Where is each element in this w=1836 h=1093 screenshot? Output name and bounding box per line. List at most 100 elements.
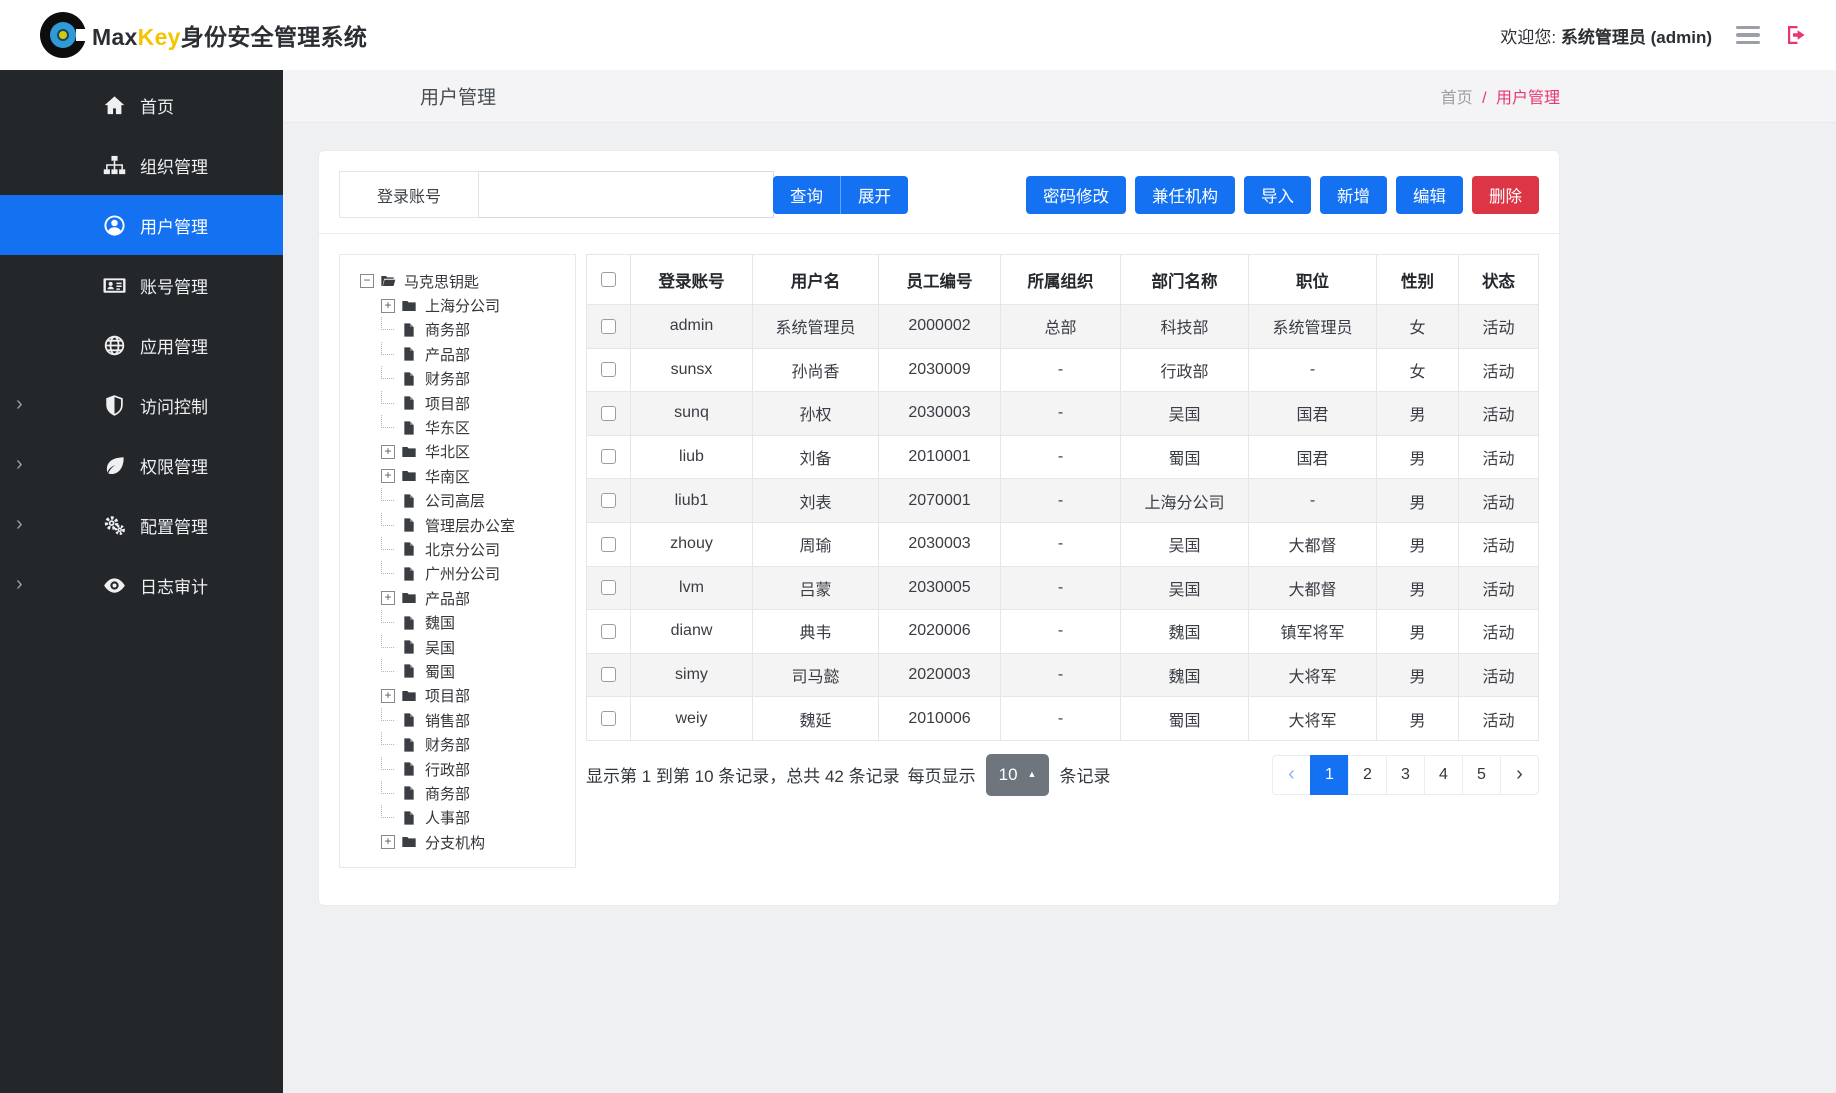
table-row[interactable]: admin系统管理员2000002总部科技部系统管理员女活动 xyxy=(587,305,1539,349)
sidebar-item-config-management[interactable]: › 配置管理 xyxy=(0,495,283,555)
tree-connector xyxy=(381,415,394,428)
row-checkbox[interactable] xyxy=(601,667,616,682)
tree-item[interactable]: +上海分公司 xyxy=(354,293,569,317)
sidebar-item-label: 配置管理 xyxy=(140,513,208,538)
row-checkbox[interactable] xyxy=(601,362,616,377)
tree-item[interactable]: 商务部 xyxy=(354,781,569,805)
tree-item[interactable]: 项目部 xyxy=(354,391,569,415)
user-table-area: 登录账号用户名员工编号所属组织部门名称职位性别状态 admin系统管理员2000… xyxy=(586,254,1539,868)
row-checkbox[interactable] xyxy=(601,449,616,464)
expand-button[interactable]: 展开 xyxy=(840,176,908,214)
page-prev[interactable]: ‹ xyxy=(1272,755,1311,795)
table-row[interactable]: simy司马懿2020003-魏国大将军男活动 xyxy=(587,653,1539,697)
menu-toggle-icon[interactable] xyxy=(1736,26,1760,45)
sidebar-item-org-management[interactable]: 组织管理 xyxy=(0,135,283,195)
expand-icon[interactable]: + xyxy=(381,689,395,703)
tree-item[interactable]: 公司高层 xyxy=(354,489,569,513)
query-button[interactable]: 查询 xyxy=(773,176,840,214)
cell-department: 上海分公司 xyxy=(1121,479,1249,523)
tree-connector xyxy=(381,513,394,526)
table-row[interactable]: sunsx孙尚香2030009-行政部-女活动 xyxy=(587,348,1539,392)
select-all-checkbox[interactable] xyxy=(601,272,616,287)
tree-item[interactable]: +华南区 xyxy=(354,464,569,488)
tree-item[interactable]: 人事部 xyxy=(354,806,569,830)
page-next[interactable]: › xyxy=(1500,755,1539,795)
sidebar-item-permission-management[interactable]: ›权限管理 xyxy=(0,435,283,495)
checkbox-cell xyxy=(587,522,631,566)
tree-item[interactable]: 财务部 xyxy=(354,732,569,756)
collapse-icon[interactable]: − xyxy=(360,274,374,288)
file-icon xyxy=(401,420,418,436)
expand-icon[interactable]: + xyxy=(381,299,395,313)
table-row[interactable]: weiy魏延2010006-蜀国大将军男活动 xyxy=(587,697,1539,741)
tree-item[interactable]: +华北区 xyxy=(354,440,569,464)
tree-item[interactable]: −马克思钥匙 xyxy=(354,269,569,293)
row-checkbox[interactable] xyxy=(601,537,616,552)
sidebar-item-log-audit[interactable]: ›日志审计 xyxy=(0,555,283,615)
delete-button[interactable]: 删除 xyxy=(1472,176,1539,214)
row-checkbox[interactable] xyxy=(601,319,616,334)
tree-item[interactable]: 魏国 xyxy=(354,610,569,634)
breadcrumb-home-link[interactable]: 首页 xyxy=(1441,90,1473,107)
sidebar-item-label: 组织管理 xyxy=(140,153,208,178)
tree-item[interactable]: 广州分公司 xyxy=(354,562,569,586)
page-4[interactable]: 4 xyxy=(1424,755,1463,795)
expand-icon[interactable]: + xyxy=(381,835,395,849)
cell-position: 镇军将军 xyxy=(1249,610,1377,654)
tree-item[interactable]: 行政部 xyxy=(354,757,569,781)
cell-username: 刘表 xyxy=(753,479,879,523)
brand-logo[interactable]: MaxKey身份安全管理系统 xyxy=(40,12,367,58)
concurrent-org-button[interactable]: 兼任机构 xyxy=(1135,176,1235,214)
row-checkbox[interactable] xyxy=(601,711,616,726)
sidebar-item-app-management[interactable]: 应用管理 xyxy=(0,315,283,375)
cell-gender: 男 xyxy=(1377,610,1459,654)
row-checkbox[interactable] xyxy=(601,580,616,595)
sidebar-item-home[interactable]: 首页 xyxy=(0,75,283,135)
page-3[interactable]: 3 xyxy=(1386,755,1425,795)
import-button[interactable]: 导入 xyxy=(1244,176,1311,214)
table-row[interactable]: liub刘备2010001-蜀国国君男活动 xyxy=(587,435,1539,479)
tree-item[interactable]: 商务部 xyxy=(354,318,569,342)
tree-item[interactable]: +项目部 xyxy=(354,684,569,708)
page-1[interactable]: 1 xyxy=(1310,755,1349,795)
sidebar-item-user-management[interactable]: 用户管理 xyxy=(0,195,283,255)
tree-item[interactable]: 吴国 xyxy=(354,635,569,659)
row-checkbox[interactable] xyxy=(601,624,616,639)
cell-status: 活动 xyxy=(1459,392,1539,436)
change-password-button[interactable]: 密码修改 xyxy=(1026,176,1126,214)
tree-item[interactable]: +产品部 xyxy=(354,586,569,610)
tree-item[interactable]: 产品部 xyxy=(354,342,569,366)
cell-organization: - xyxy=(1001,435,1121,479)
tree-item[interactable]: 北京分公司 xyxy=(354,537,569,561)
table-row[interactable]: dianw典韦2020006-魏国镇军将军男活动 xyxy=(587,610,1539,654)
page-2[interactable]: 2 xyxy=(1348,755,1387,795)
sidebar-item-account-management[interactable]: 账号管理 xyxy=(0,255,283,315)
expand-icon[interactable]: + xyxy=(381,469,395,483)
file-icon xyxy=(401,346,418,362)
expand-icon[interactable]: + xyxy=(381,445,395,459)
row-checkbox[interactable] xyxy=(601,406,616,421)
tree-item[interactable]: 管理层办公室 xyxy=(354,513,569,537)
tree-item[interactable]: 财务部 xyxy=(354,367,569,391)
row-checkbox[interactable] xyxy=(601,493,616,508)
add-button[interactable]: 新增 xyxy=(1320,176,1387,214)
page-5[interactable]: 5 xyxy=(1462,755,1501,795)
main-content: 用户管理 首页 / 用户管理 登录账号 查询 展开 密码修改兼任机构导入新增编辑… xyxy=(283,70,1836,1093)
expand-icon[interactable]: + xyxy=(381,591,395,605)
logout-icon[interactable] xyxy=(1784,23,1808,47)
table-row[interactable]: liub1刘表2070001-上海分公司-男活动 xyxy=(587,479,1539,523)
edit-button[interactable]: 编辑 xyxy=(1396,176,1463,214)
per-page-dropdown[interactable]: 10 ▲ xyxy=(986,754,1050,796)
sidebar-item-access-control[interactable]: ›访问控制 xyxy=(0,375,283,435)
table-row[interactable]: lvm吕蒙2030005-吴国大都督男活动 xyxy=(587,566,1539,610)
tree-item[interactable]: 蜀国 xyxy=(354,659,569,683)
tree-item[interactable]: 华东区 xyxy=(354,415,569,439)
cell-department: 吴国 xyxy=(1121,392,1249,436)
tree-item[interactable]: 销售部 xyxy=(354,708,569,732)
cell-username: 司马懿 xyxy=(753,653,879,697)
table-row[interactable]: sunq孙权2030003-吴国国君男活动 xyxy=(587,392,1539,436)
table-row[interactable]: zhouy周瑜2030003-吴国大都督男活动 xyxy=(587,522,1539,566)
search-input[interactable] xyxy=(479,171,774,218)
tree-item[interactable]: +分支机构 xyxy=(354,830,569,854)
chevron-right-icon: › xyxy=(16,514,23,534)
